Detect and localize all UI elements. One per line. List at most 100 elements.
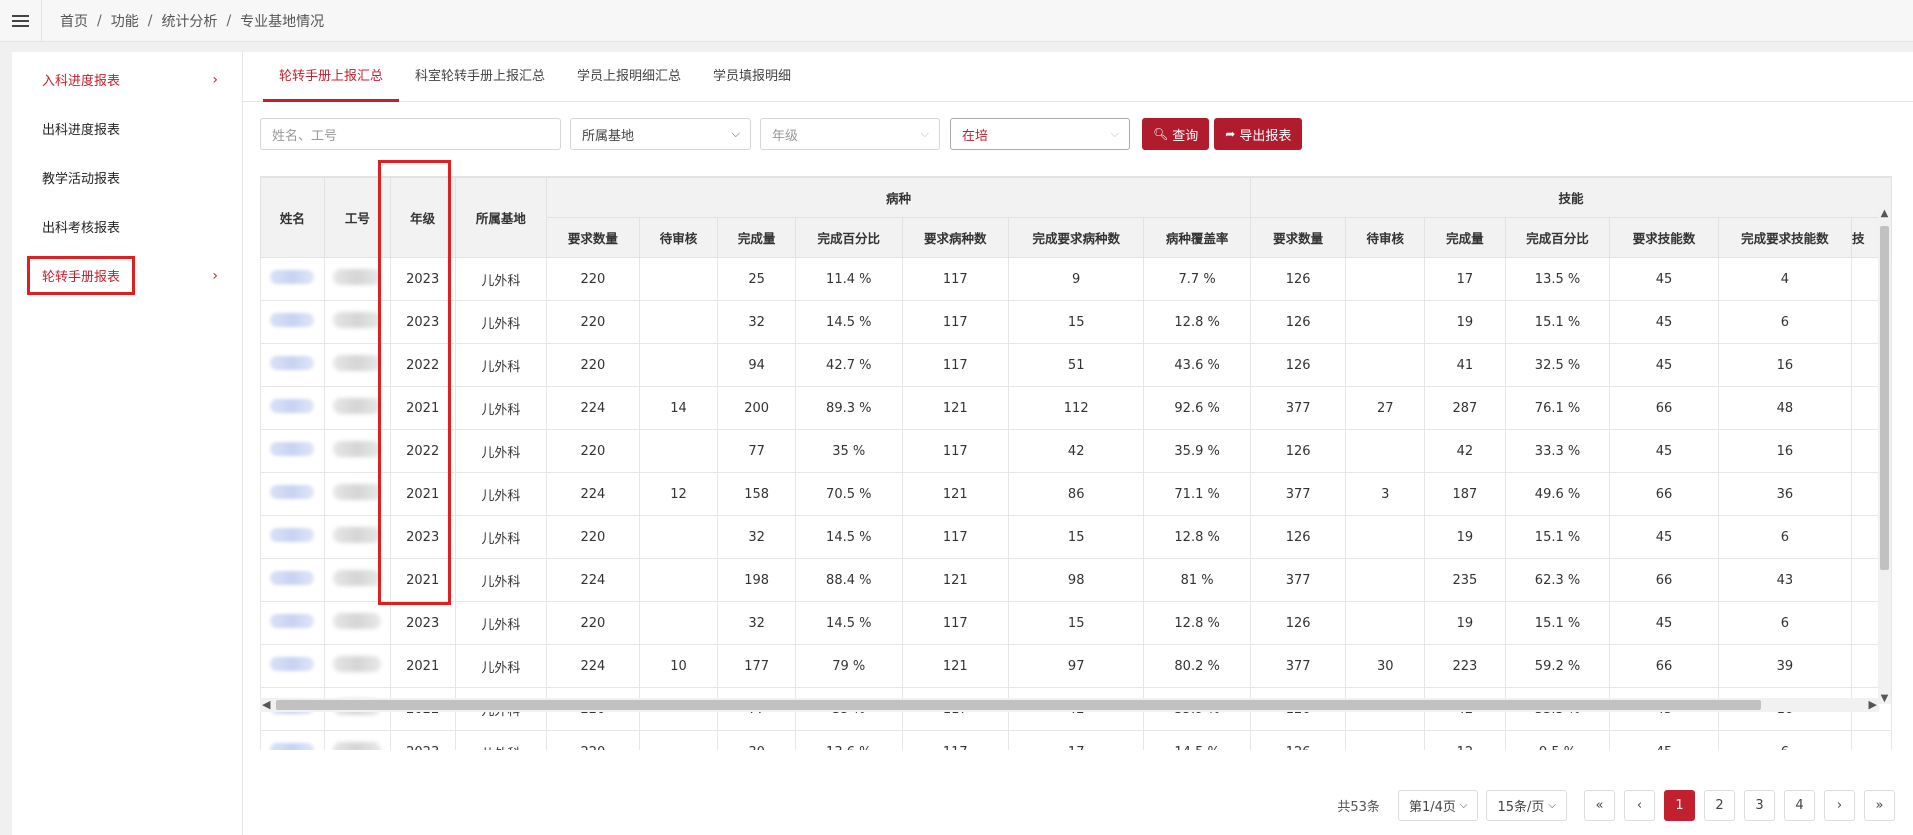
page-select[interactable]: 第1/4页 ⌵ [1397, 790, 1479, 821]
table-cell [1345, 730, 1426, 750]
scroll-up-icon[interactable]: ▲ [1878, 208, 1891, 219]
tab-department-summary[interactable]: 科室轮转手册上报汇总 [399, 52, 561, 102]
table-cell: 71.1 % [1143, 472, 1251, 516]
horizontal-scrollbar[interactable]: ◀ ▶ [260, 698, 1879, 712]
table-cell: 224 [546, 644, 640, 688]
table-row[interactable]: 2023 儿外科 220 25 11.4 % 117 9 7.7 % 126 17 13.5 % 45… [260, 257, 1892, 301]
tab-student-detail-summary[interactable]: 学员上报明细汇总 [561, 52, 697, 102]
col-header-skill-4[interactable]: 要求技能数 [1609, 217, 1719, 258]
table-row[interactable]: 2021 儿外科 224 12 158 70.5 % 121 86 71.1 % 377 3 187 4… [260, 472, 1892, 516]
table-cell: 儿外科 [454, 558, 548, 602]
page-button-4[interactable]: 4 [1784, 790, 1815, 821]
next-page-button[interactable]: › [1824, 790, 1855, 821]
sidebar-item-teaching-activity[interactable]: 教学活动报表 [12, 153, 242, 202]
last-page-button[interactable]: » [1864, 790, 1895, 821]
table-cell: 2023 [389, 601, 456, 645]
col-header-disease-1[interactable]: 待审核 [638, 217, 719, 258]
base-select[interactable]: 所属基地 ⌵ [570, 118, 751, 150]
table-cell: 45 [1609, 730, 1719, 750]
table-cell: 377 [1249, 644, 1347, 688]
page-size-select[interactable]: 15条/页 ⌵ [1486, 790, 1567, 821]
base-select-label: 所属基地 [582, 128, 635, 144]
col-header-name[interactable]: 姓名 [260, 177, 325, 258]
col-header-disease-6[interactable]: 病种覆盖率 [1143, 217, 1251, 258]
table-cell: 89.3 % [795, 386, 903, 430]
table-cell: 235 [1424, 558, 1506, 602]
horizontal-scroll-thumb[interactable] [276, 700, 1761, 710]
breadcrumb-item-function[interactable]: 功能 [111, 11, 139, 31]
breadcrumb-item-home[interactable]: 首页 [60, 11, 88, 31]
table-row[interactable]: 2021 儿外科 224 14 200 89.3 % 121 112 92.6 % 377 27 28… [260, 386, 1892, 430]
table-cell: 17 [1424, 257, 1506, 301]
sidebar-item-rotation-manual[interactable]: 轮转手册报表 › [12, 251, 242, 300]
query-button[interactable]: 🔍︎ 查询 [1142, 118, 1210, 150]
data-table-container[interactable]: 姓名 工号 年级 所属基地 病种 技能 要求数量 待审核 完成量 完成百分比 要求病种数… [260, 176, 1892, 750]
export-button[interactable]: ➦ 导出报表 [1214, 118, 1303, 150]
table-row[interactable]: 2021 儿外科 224 10 177 79 % 121 97 80.2 % 377 30 223 59… [260, 644, 1892, 688]
col-header-skill-0[interactable]: 要求数量 [1249, 217, 1347, 258]
table-cell: 15 [1008, 601, 1145, 645]
search-input[interactable]: 姓名、工号 [260, 118, 561, 150]
table-cell: 121 [901, 472, 1010, 516]
col-header-skill-2[interactable]: 完成量 [1424, 217, 1506, 258]
table-cell: 6 [1717, 300, 1853, 344]
table-cell: 32 [717, 300, 796, 344]
status-select[interactable]: 在培 ⌵ [950, 118, 1130, 150]
scroll-left-icon[interactable]: ◀ [262, 698, 270, 711]
breadcrumb: 首页 / 功能 / 统计分析 / 专业基地情况 [60, 11, 324, 31]
table-cell: 59.2 % [1504, 644, 1611, 688]
table-cell: 2021 [389, 644, 456, 688]
redacted-name [270, 270, 315, 284]
table-cell: 14.5 % [1143, 730, 1251, 750]
col-header-id[interactable]: 工号 [323, 177, 391, 258]
table-row[interactable]: 2022儿外科2207735 %1174235.9 %1264233.3 %45… [260, 429, 1892, 473]
table-cell: 儿外科 [454, 343, 548, 387]
col-header-disease-4[interactable]: 要求病种数 [901, 217, 1010, 258]
col-header-disease-2[interactable]: 完成量 [717, 217, 796, 258]
page-button-2[interactable]: 2 [1704, 790, 1735, 821]
sidebar-item-exit-progress[interactable]: 出科进度报表 [12, 104, 242, 153]
table-row[interactable]: 2023 儿外科 220 32 14.5 % 117 15 12.8 % 126 19 15.1 %… [260, 601, 1892, 645]
menu-toggle-icon[interactable] [0, 0, 42, 42]
table-cell: 7.7 % [1143, 257, 1251, 301]
scroll-right-icon[interactable]: ▶ [1869, 698, 1877, 711]
page-button-3[interactable]: 3 [1744, 790, 1775, 821]
table-cell: 224 [546, 472, 640, 516]
table-cell: 121 [901, 386, 1010, 430]
sidebar-item-exit-exam[interactable]: 出科考核报表 [12, 202, 242, 251]
col-header-disease-5[interactable]: 完成要求病种数 [1008, 217, 1145, 258]
col-header-base[interactable]: 所属基地 [454, 177, 548, 258]
redacted-name [270, 356, 315, 370]
table-row[interactable]: 2023 儿外科 220 32 14.5 % 117 15 12.8 % 126 19 15.1 %… [260, 515, 1892, 559]
table-row[interactable]: 2023 儿外科 220 32 14.5 % 117 15 12.8 % 126 19 15.1 %… [260, 300, 1892, 344]
page-button-1[interactable]: 1 [1664, 790, 1695, 821]
breadcrumb-item-statistics[interactable]: 统计分析 [161, 11, 217, 31]
sidebar-item-entry-progress[interactable]: 入科进度报表 › [12, 55, 242, 104]
table-row[interactable]: 2023儿外科220 3013.6 %1171714.5 %126 129.5 %4… [260, 730, 1892, 750]
col-header-skill-1[interactable]: 待审核 [1345, 217, 1426, 258]
table-cell: 33.3 % [1504, 429, 1611, 473]
sidebar: 入科进度报表 › 出科进度报表 教学活动报表 出科考核报表 轮转手册报表 › [12, 52, 242, 835]
cell-id-redacted [323, 257, 391, 301]
chevron-right-icon: › [212, 267, 218, 284]
first-page-button[interactable]: « [1584, 790, 1615, 821]
col-header-skill-5[interactable]: 完成要求技能数 [1717, 217, 1853, 258]
cell-name-redacted [260, 601, 325, 645]
col-header-disease-3[interactable]: 完成百分比 [795, 217, 903, 258]
table-row[interactable]: 2022 儿外科 220 94 42.7 % 117 51 43.6 % 126 41 32.5 %… [260, 343, 1892, 387]
scroll-down-icon[interactable]: ▼ [1878, 693, 1891, 704]
table-cell: 30 [717, 730, 796, 750]
grade-select[interactable]: 年级 ⌵ [760, 118, 940, 150]
table-cell: 45 [1609, 515, 1719, 559]
prev-page-button[interactable]: ‹ [1624, 790, 1655, 821]
vertical-scrollbar[interactable]: ▲ ▼ [1878, 208, 1891, 704]
tab-rotation-summary[interactable]: 轮转手册上报汇总 [263, 52, 400, 102]
col-header-grade[interactable]: 年级 [389, 177, 456, 258]
tab-student-fill-detail[interactable]: 学员填报明细 [697, 52, 807, 102]
col-header-skill-3[interactable]: 完成百分比 [1504, 217, 1611, 258]
table-cell: 41 [1424, 343, 1506, 387]
redacted-id [333, 613, 382, 629]
vertical-scroll-thumb[interactable] [1880, 226, 1889, 570]
col-header-disease-0[interactable]: 要求数量 [546, 217, 640, 258]
table-row[interactable]: 2021 儿外科 224 198 88.4 % 121 98 81 % 377 235 62.3 %… [260, 558, 1892, 602]
